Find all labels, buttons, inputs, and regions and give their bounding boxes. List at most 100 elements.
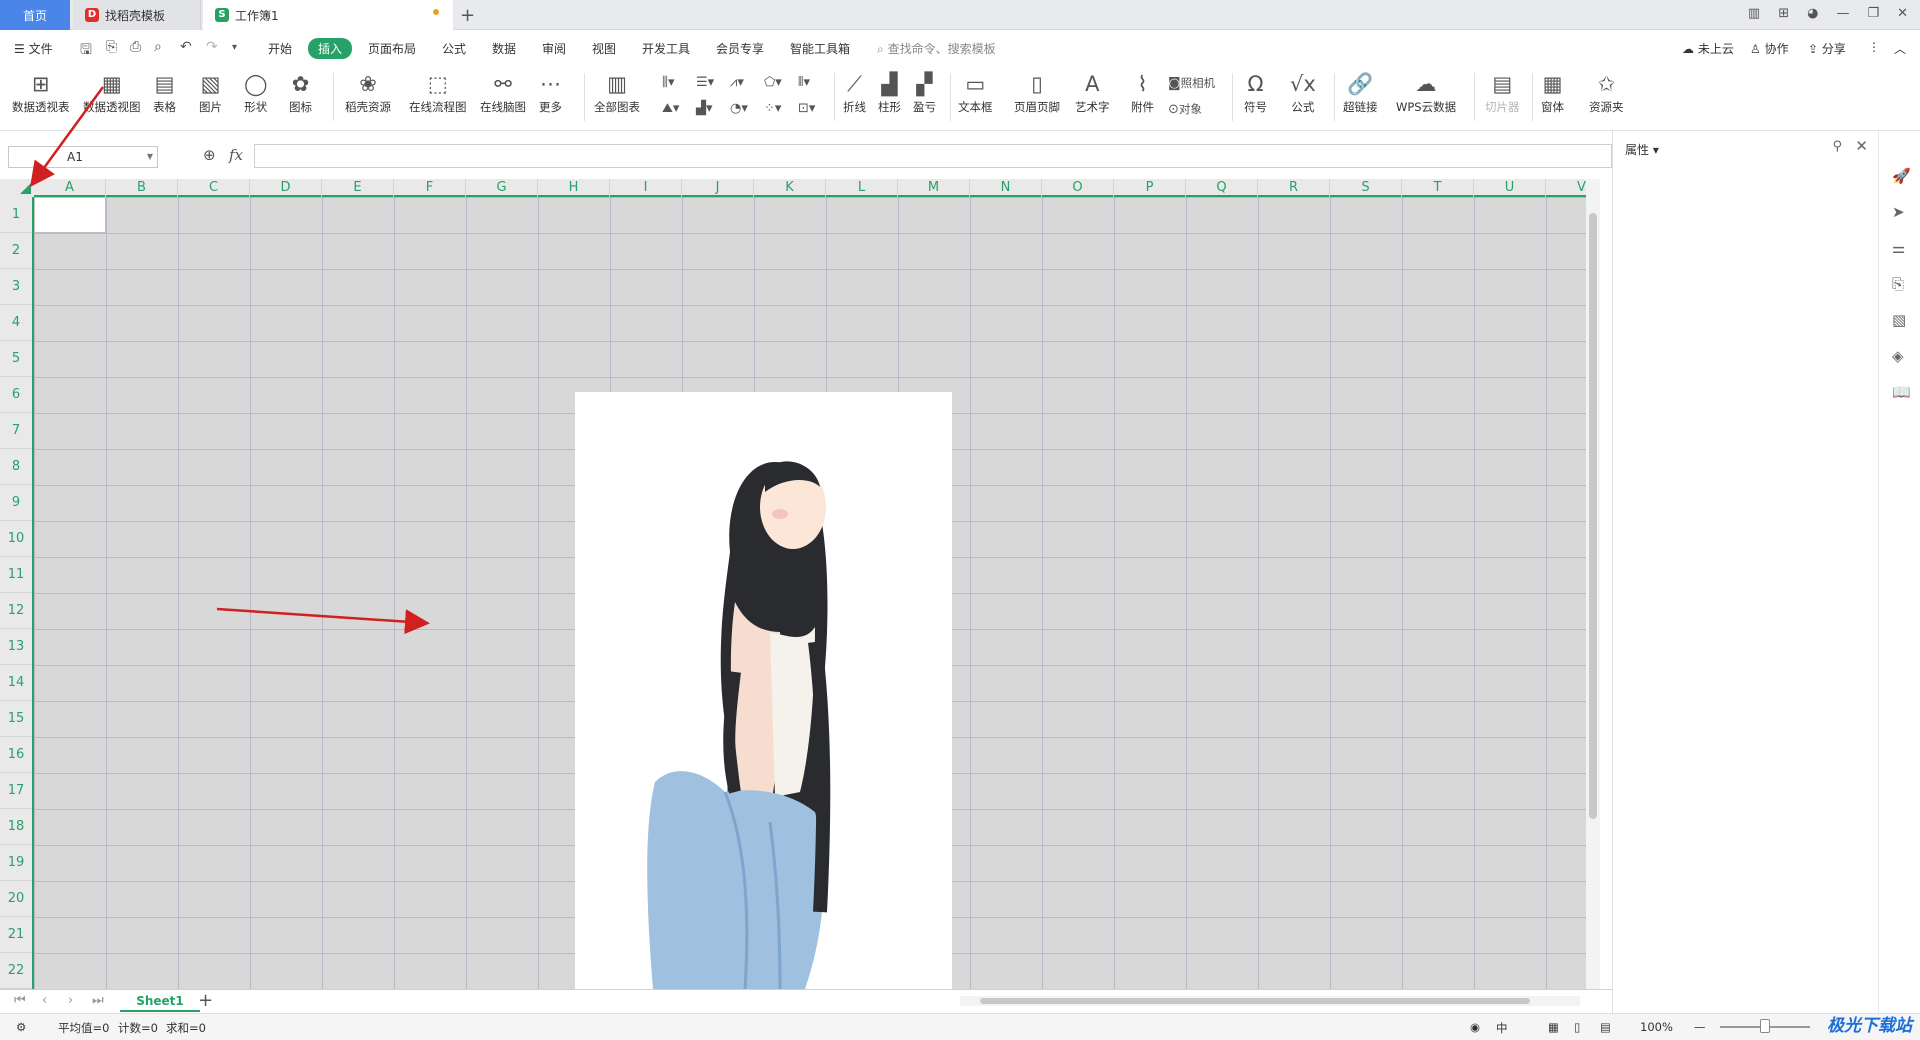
- adjust-sliders-icon[interactable]: ⚌: [1892, 239, 1905, 257]
- vertical-scrollbar[interactable]: [1586, 179, 1600, 989]
- restore-icon[interactable]: ❐: [1867, 6, 1879, 21]
- compass-icon[interactable]: ◈: [1892, 347, 1904, 365]
- save-icon[interactable]: 🖫: [80, 39, 92, 63]
- resource-folder-button[interactable]: ✩ 资源夹: [1589, 71, 1624, 115]
- row-header-6[interactable]: 6: [0, 377, 32, 413]
- scatter-chart-icon[interactable]: ⁘▾: [764, 101, 781, 116]
- column-header-p[interactable]: P: [1114, 179, 1186, 197]
- column-header-g[interactable]: G: [466, 179, 538, 197]
- row-header-13[interactable]: 13: [0, 629, 32, 665]
- other-chart-icon[interactable]: ⊡▾: [798, 101, 815, 116]
- menu-formula[interactable]: 公式: [442, 40, 466, 57]
- pin-icon[interactable]: ⚲: [1832, 139, 1842, 154]
- shape-button[interactable]: ◯ 形状: [244, 71, 268, 115]
- column-header-t[interactable]: T: [1402, 179, 1474, 197]
- name-box[interactable]: A1 ▼: [8, 146, 158, 168]
- insert-function-button[interactable]: fx: [229, 146, 243, 164]
- row-header-2[interactable]: 2: [0, 233, 32, 269]
- new-tab-button[interactable]: +: [460, 5, 475, 26]
- object-button[interactable]: ⊙对象: [1168, 101, 1202, 117]
- column-header-s[interactable]: S: [1330, 179, 1402, 197]
- row-header-19[interactable]: 19: [0, 845, 32, 881]
- macro-record-icon[interactable]: ⚙: [16, 1020, 26, 1034]
- inserted-picture[interactable]: [575, 392, 952, 989]
- docer-resources-button[interactable]: ❀ 稻壳资源: [345, 71, 391, 115]
- sparkline-column-button[interactable]: ▟ 柱形: [878, 71, 901, 115]
- column-header-d[interactable]: D: [250, 179, 322, 197]
- menu-member[interactable]: 会员专享: [716, 40, 764, 57]
- eye-protect-icon[interactable]: ◉: [1470, 1020, 1480, 1034]
- row-header-18[interactable]: 18: [0, 809, 32, 845]
- command-search[interactable]: ⌕ 查找命令、搜索模板: [877, 40, 996, 57]
- stock-chart-icon[interactable]: ⫴▾: [798, 75, 810, 90]
- book-icon[interactable]: 📖: [1892, 383, 1911, 401]
- zoom-slider-handle[interactable]: [1760, 1019, 1770, 1033]
- tab-workbook[interactable]: S 工作簿1: [203, 0, 453, 30]
- column-header-q[interactable]: Q: [1186, 179, 1258, 197]
- menu-insert[interactable]: 插入: [308, 38, 353, 59]
- file-menu[interactable]: ☰ 文件: [14, 40, 53, 57]
- column-header-u[interactable]: U: [1474, 179, 1546, 197]
- name-box-dropdown-icon[interactable]: ▼: [147, 147, 153, 167]
- wps-cloud-data-button[interactable]: ☁ WPS云数据: [1396, 71, 1456, 115]
- column-header-r[interactable]: R: [1258, 179, 1330, 197]
- wordart-button[interactable]: A 艺术字: [1075, 71, 1110, 115]
- tab-template[interactable]: D 找稻壳模板: [73, 0, 201, 30]
- attachment-button[interactable]: ⌇ 附件: [1131, 71, 1154, 115]
- zoom-formula-icon[interactable]: ⊕: [203, 146, 216, 164]
- close-panel-icon[interactable]: ✕: [1855, 137, 1868, 155]
- tab-home[interactable]: 首页: [0, 0, 70, 30]
- textbox-button[interactable]: ▭ 文本框: [958, 71, 993, 115]
- menu-start[interactable]: 开始: [268, 40, 292, 57]
- print-icon[interactable]: ⎙: [130, 39, 141, 55]
- column-chart-icon[interactable]: ⫼▾: [662, 75, 675, 90]
- icon-library-button[interactable]: ✿ 图标: [289, 71, 312, 115]
- sparkline-winloss-button[interactable]: ▞ 盈亏: [913, 71, 936, 115]
- menu-smart-tools[interactable]: 智能工具箱: [790, 40, 850, 57]
- column-header-c[interactable]: C: [178, 179, 250, 197]
- row-header-5[interactable]: 5: [0, 341, 32, 377]
- select-pointer-icon[interactable]: ➤: [1892, 203, 1905, 221]
- redo-icon[interactable]: ↷: [206, 39, 218, 55]
- collaborate-button[interactable]: ♙ 协作: [1750, 40, 1789, 57]
- line-chart-icon[interactable]: ⩘▾: [730, 75, 744, 90]
- hyperlink-button[interactable]: 🔗 超链接: [1343, 71, 1378, 115]
- column-header-n[interactable]: N: [970, 179, 1042, 197]
- online-flowchart-button[interactable]: ⬚ 在线流程图: [409, 71, 467, 115]
- menu-view[interactable]: 视图: [592, 40, 616, 57]
- normal-view-icon[interactable]: ▦: [1548, 1020, 1559, 1034]
- area-chart-icon[interactable]: ⛰▾: [662, 101, 679, 116]
- properties-title[interactable]: 属性 ▾: [1625, 141, 1659, 158]
- row-header-11[interactable]: 11: [0, 557, 32, 593]
- sheet-tab-sheet1[interactable]: Sheet1: [120, 990, 200, 1012]
- gallery-icon[interactable]: ▧: [1892, 311, 1906, 329]
- zoom-out-icon[interactable]: —: [1694, 1020, 1706, 1034]
- apps-grid-icon[interactable]: ⊞: [1778, 6, 1789, 21]
- table-button[interactable]: ▤ 表格: [153, 71, 176, 115]
- column-header-b[interactable]: B: [106, 179, 178, 197]
- column-header-o[interactable]: O: [1042, 179, 1114, 197]
- rocket-icon[interactable]: 🚀: [1892, 167, 1911, 185]
- row-header-1[interactable]: 1: [0, 197, 32, 233]
- row-header-10[interactable]: 10: [0, 521, 32, 557]
- column-header-l[interactable]: L: [826, 179, 898, 197]
- zoom-level[interactable]: 100%: [1640, 1020, 1673, 1034]
- reading-view-icon[interactable]: ▤: [1600, 1020, 1611, 1034]
- first-sheet-icon[interactable]: ⏮: [14, 993, 26, 1008]
- layout-icon[interactable]: ▥: [1748, 6, 1760, 21]
- menu-review[interactable]: 审阅: [542, 40, 566, 57]
- select-all-corner[interactable]: [0, 179, 34, 197]
- prev-sheet-icon[interactable]: ‹: [42, 993, 47, 1008]
- add-sheet-button[interactable]: +: [198, 990, 213, 1011]
- row-header-3[interactable]: 3: [0, 269, 32, 305]
- column-header-m[interactable]: M: [898, 179, 970, 197]
- horizontal-scrollbar[interactable]: [960, 996, 1580, 1006]
- backup-icon[interactable]: ⎘: [1892, 275, 1904, 293]
- all-charts-button[interactable]: ▥ 全部图表: [594, 71, 640, 115]
- next-sheet-icon[interactable]: ›: [68, 993, 73, 1008]
- more-options-icon[interactable]: ⋮: [1868, 40, 1880, 54]
- preview-icon[interactable]: ⌕: [154, 39, 162, 55]
- pivot-chart-button[interactable]: ▦ 数据透视图: [83, 71, 141, 115]
- pie-chart-icon[interactable]: ◔▾: [730, 101, 748, 116]
- row-header-8[interactable]: 8: [0, 449, 32, 485]
